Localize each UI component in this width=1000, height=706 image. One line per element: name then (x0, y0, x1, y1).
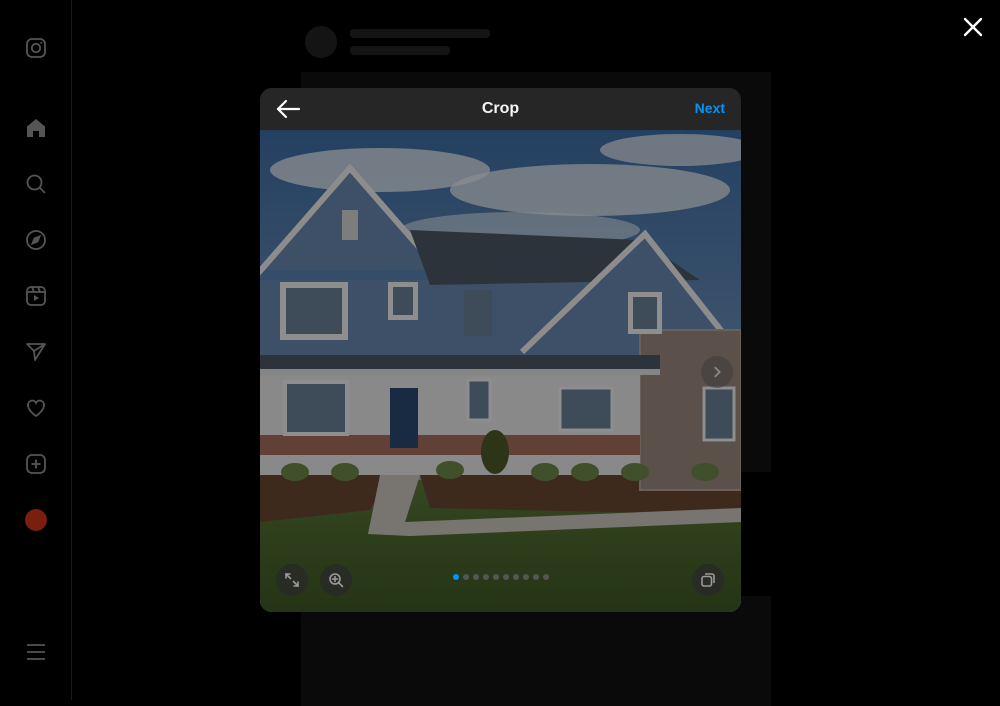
photo-dim-overlay (260, 130, 741, 612)
carousel-dot (453, 574, 459, 580)
carousel-dot (513, 574, 519, 580)
dialog-header: Crop Next (260, 88, 741, 130)
reels-icon[interactable] (22, 282, 50, 310)
carousel-dot (483, 574, 489, 580)
carousel-dot (493, 574, 499, 580)
explore-compass-icon[interactable] (22, 226, 50, 254)
arrow-left-icon[interactable] (274, 96, 302, 122)
sidebar (0, 0, 72, 700)
chevron-right-icon[interactable] (701, 356, 733, 388)
create-plus-icon[interactable] (22, 450, 50, 478)
crop-dialog: Crop Next (260, 88, 741, 612)
more-menu-icon[interactable] (22, 638, 50, 666)
carousel-dot (533, 574, 539, 580)
carousel-dot (543, 574, 549, 580)
carousel-dot (463, 574, 469, 580)
carousel-indicator (453, 574, 549, 580)
feed-subtitle-placeholder (350, 46, 450, 55)
close-icon[interactable] (960, 14, 986, 40)
zoom-in-icon[interactable] (320, 564, 352, 596)
notifications-heart-icon[interactable] (22, 394, 50, 422)
carousel-dot (503, 574, 509, 580)
expand-icon[interactable] (276, 564, 308, 596)
next-button[interactable]: Next (695, 100, 725, 116)
instagram-logo-icon[interactable] (22, 34, 50, 62)
avatar (25, 509, 47, 531)
feed-username-placeholder (350, 29, 490, 38)
multiple-photos-icon[interactable] (692, 564, 724, 596)
profile-avatar[interactable] (22, 506, 50, 534)
photo-preview[interactable] (260, 130, 741, 612)
search-icon[interactable] (22, 170, 50, 198)
carousel-dot (523, 574, 529, 580)
dialog-title: Crop (481, 100, 520, 117)
feed-post-placeholder (301, 596, 771, 706)
messages-send-icon[interactable] (22, 338, 50, 366)
feed-avatar-placeholder (305, 26, 337, 58)
home-icon[interactable] (22, 114, 50, 142)
carousel-dot (473, 574, 479, 580)
